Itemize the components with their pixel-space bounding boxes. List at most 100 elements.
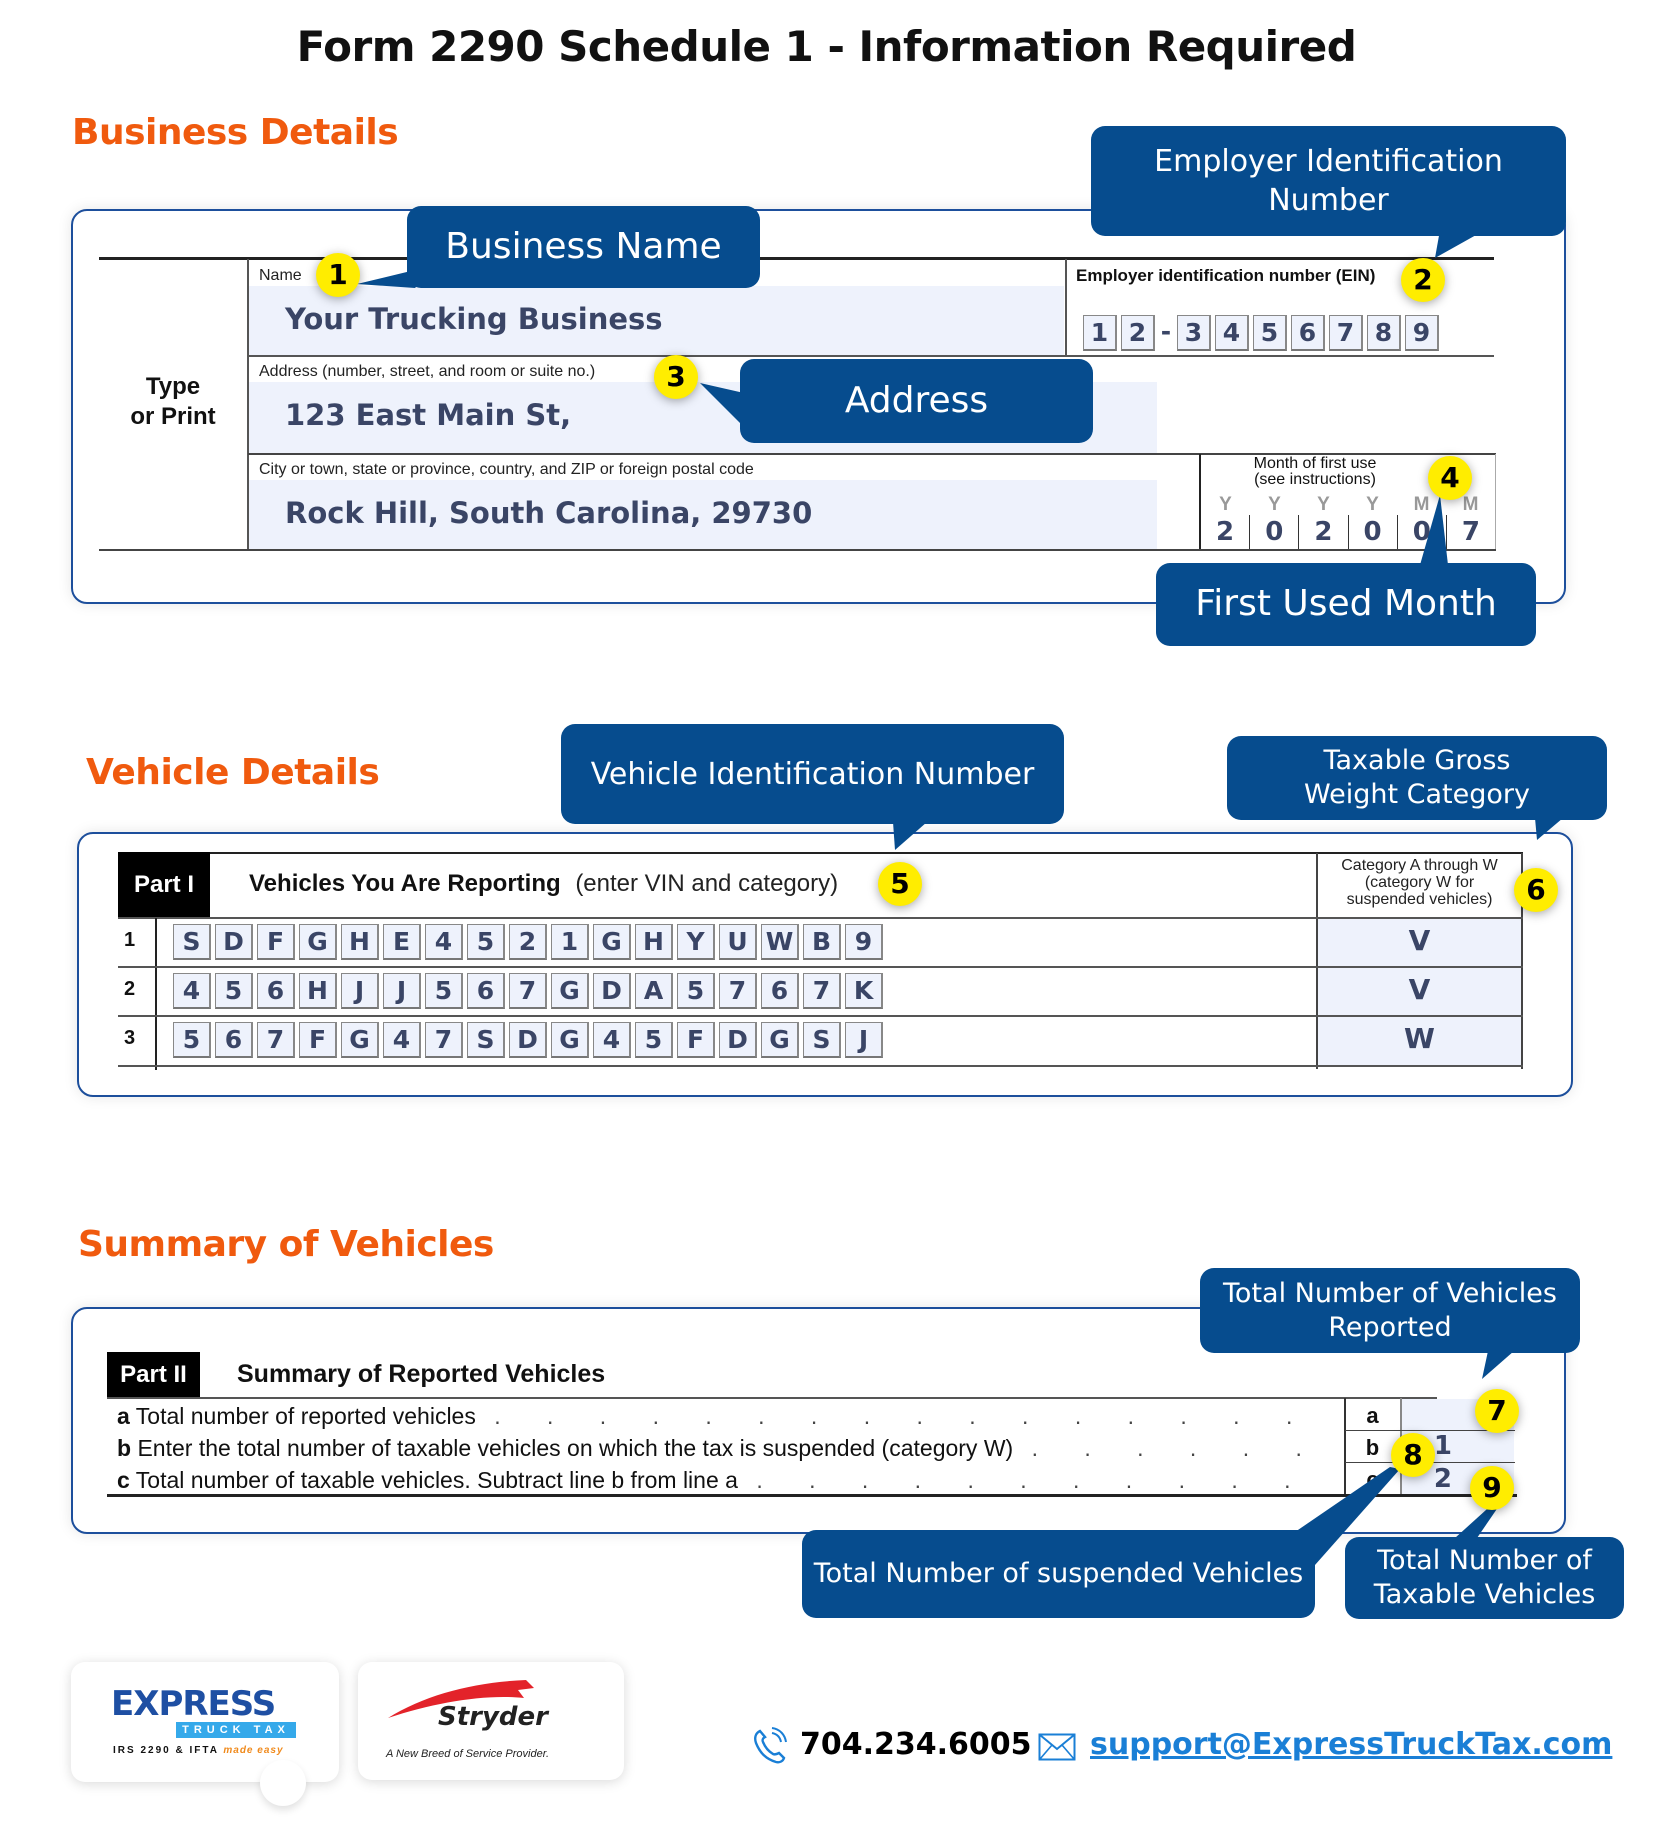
vin-char[interactable]: S (803, 1022, 841, 1058)
callout-taxable-line2: Taxable Vehicles (1373, 1579, 1596, 1610)
vin-char[interactable]: H (299, 973, 337, 1009)
address-value[interactable]: 123 East Main St, (285, 398, 571, 432)
name-value[interactable]: Your Trucking Business (285, 302, 663, 336)
vin-char[interactable]: 5 (635, 1022, 673, 1058)
vin-char[interactable]: 4 (383, 1022, 421, 1058)
vin-char[interactable]: H (341, 924, 379, 960)
category-value[interactable]: W (1318, 1022, 1521, 1055)
vin-char[interactable]: 9 (845, 924, 883, 960)
month-digit[interactable]: 0 (1349, 515, 1398, 549)
vin-char[interactable]: 4 (593, 1022, 631, 1058)
vin-char[interactable]: 6 (257, 973, 295, 1009)
vin-char[interactable]: B (803, 924, 841, 960)
vin-char[interactable]: G (551, 1022, 589, 1058)
vin-char[interactable]: D (593, 973, 631, 1009)
summary-text: Total number of reported vehicles (135, 1403, 476, 1429)
vin-char[interactable]: G (341, 1022, 379, 1058)
vin-char[interactable]: A (635, 973, 673, 1009)
vin-char[interactable]: 2 (509, 924, 547, 960)
month-digit[interactable]: 7 (1447, 515, 1495, 549)
vin-char[interactable]: D (215, 924, 253, 960)
ein-digit[interactable]: 1 (1083, 315, 1117, 351)
envelope-icon (1038, 1733, 1076, 1761)
vin-char[interactable]: H (635, 924, 673, 960)
ein-digit[interactable]: 7 (1329, 315, 1363, 351)
month-header: Y (1317, 494, 1330, 515)
vin-char[interactable]: E (383, 924, 421, 960)
vin-char[interactable]: 5 (467, 924, 505, 960)
month-digit[interactable]: 2 (1201, 515, 1251, 549)
vin-char[interactable]: D (719, 1022, 757, 1058)
city-value[interactable]: Rock Hill, South Carolina, 29730 (285, 496, 812, 530)
express-truck-tax-logo-card[interactable]: EXPRESS TRUCK TAX IRS 2290 & IFTA made e… (71, 1662, 339, 1782)
category-value[interactable]: V (1318, 924, 1521, 957)
badge-5: 5 (878, 862, 922, 906)
vin-char[interactable]: U (719, 924, 757, 960)
stryder-logo-text: Stryder (438, 1702, 548, 1732)
callout-address: Address (740, 359, 1093, 443)
vin-char[interactable]: D (509, 1022, 547, 1058)
part-i-tag: Part I (118, 852, 210, 918)
vin-char[interactable]: F (257, 924, 295, 960)
vin-char[interactable]: Y (677, 924, 715, 960)
vin-char[interactable]: 6 (215, 1022, 253, 1058)
callout-category-line2: Weight Category (1304, 779, 1530, 810)
vin-field[interactable]: 456HJJ567GDA5767K (173, 973, 887, 1009)
vin-char[interactable]: 7 (257, 1022, 295, 1058)
vin-char[interactable]: 4 (425, 924, 463, 960)
vin-char[interactable]: 6 (761, 973, 799, 1009)
ein-digit[interactable]: 5 (1253, 315, 1287, 351)
vin-char[interactable]: 7 (719, 973, 757, 1009)
category-value[interactable]: V (1318, 973, 1521, 1006)
puzzle-knob (260, 1760, 306, 1806)
vin-char[interactable]: 7 (425, 1022, 463, 1058)
ein-field[interactable]: 12-3456789 (1083, 315, 1443, 351)
vin-char[interactable]: F (677, 1022, 715, 1058)
ein-digit[interactable]: 4 (1215, 315, 1249, 351)
vin-char[interactable]: 5 (215, 973, 253, 1009)
stryder-logo-card[interactable]: Stryder A New Breed of Service Provider. (358, 1662, 624, 1780)
ein-digit[interactable]: 8 (1367, 315, 1401, 351)
vehicle-number-divider (155, 918, 157, 1070)
vin-char[interactable]: K (845, 973, 883, 1009)
vin-char[interactable]: 5 (173, 1022, 211, 1058)
vin-char[interactable]: 6 (467, 973, 505, 1009)
vin-char[interactable]: G (299, 924, 337, 960)
month-right-edge (1495, 454, 1496, 551)
ein-digit[interactable]: 9 (1405, 315, 1439, 351)
vin-char[interactable]: F (299, 1022, 337, 1058)
badge-9: 9 (1470, 1466, 1514, 1510)
vin-char[interactable]: G (551, 973, 589, 1009)
phone-number[interactable]: 704.234.6005 (800, 1727, 1032, 1762)
vin-char[interactable]: S (173, 924, 211, 960)
month-digit[interactable]: 0 (1250, 515, 1300, 549)
month-digit[interactable]: 2 (1299, 515, 1349, 549)
vin-char[interactable]: S (467, 1022, 505, 1058)
vin-char[interactable]: G (761, 1022, 799, 1058)
vin-char[interactable]: 1 (551, 924, 589, 960)
ein-digit[interactable]: 6 (1291, 315, 1325, 351)
ein-digit[interactable]: 2 (1121, 315, 1155, 351)
vin-char[interactable]: G (593, 924, 631, 960)
vin-char[interactable]: J (341, 973, 379, 1009)
vin-char[interactable]: J (383, 973, 421, 1009)
vin-char[interactable]: 7 (803, 973, 841, 1009)
month-field[interactable]: 2 0 2 0 0 7 (1201, 515, 1495, 549)
ein-digit[interactable]: 3 (1177, 315, 1211, 351)
vin-char[interactable]: 7 (509, 973, 547, 1009)
vehicle-top-rule (118, 852, 1523, 854)
vin-field[interactable]: 567FG47SDG45FDGSJ (173, 1022, 887, 1058)
month-label: Month of first use (see instructions) (1205, 456, 1425, 488)
name-label: Name (259, 267, 302, 284)
category-header-line1: Category A through W (1341, 857, 1498, 874)
summary-letter-box: a (1366, 1403, 1379, 1428)
vin-char[interactable]: 4 (173, 973, 211, 1009)
vin-field[interactable]: SDFGHE4521GHYUWB9 (173, 924, 887, 960)
support-email-link[interactable]: support@ExpressTruckTax.com (1090, 1727, 1612, 1762)
row-rule (118, 1065, 1523, 1067)
vin-char[interactable]: 5 (425, 973, 463, 1009)
vin-char[interactable]: 5 (677, 973, 715, 1009)
vin-char[interactable]: J (845, 1022, 883, 1058)
form-bottom-rule (99, 549, 1496, 551)
vin-char[interactable]: W (761, 924, 799, 960)
